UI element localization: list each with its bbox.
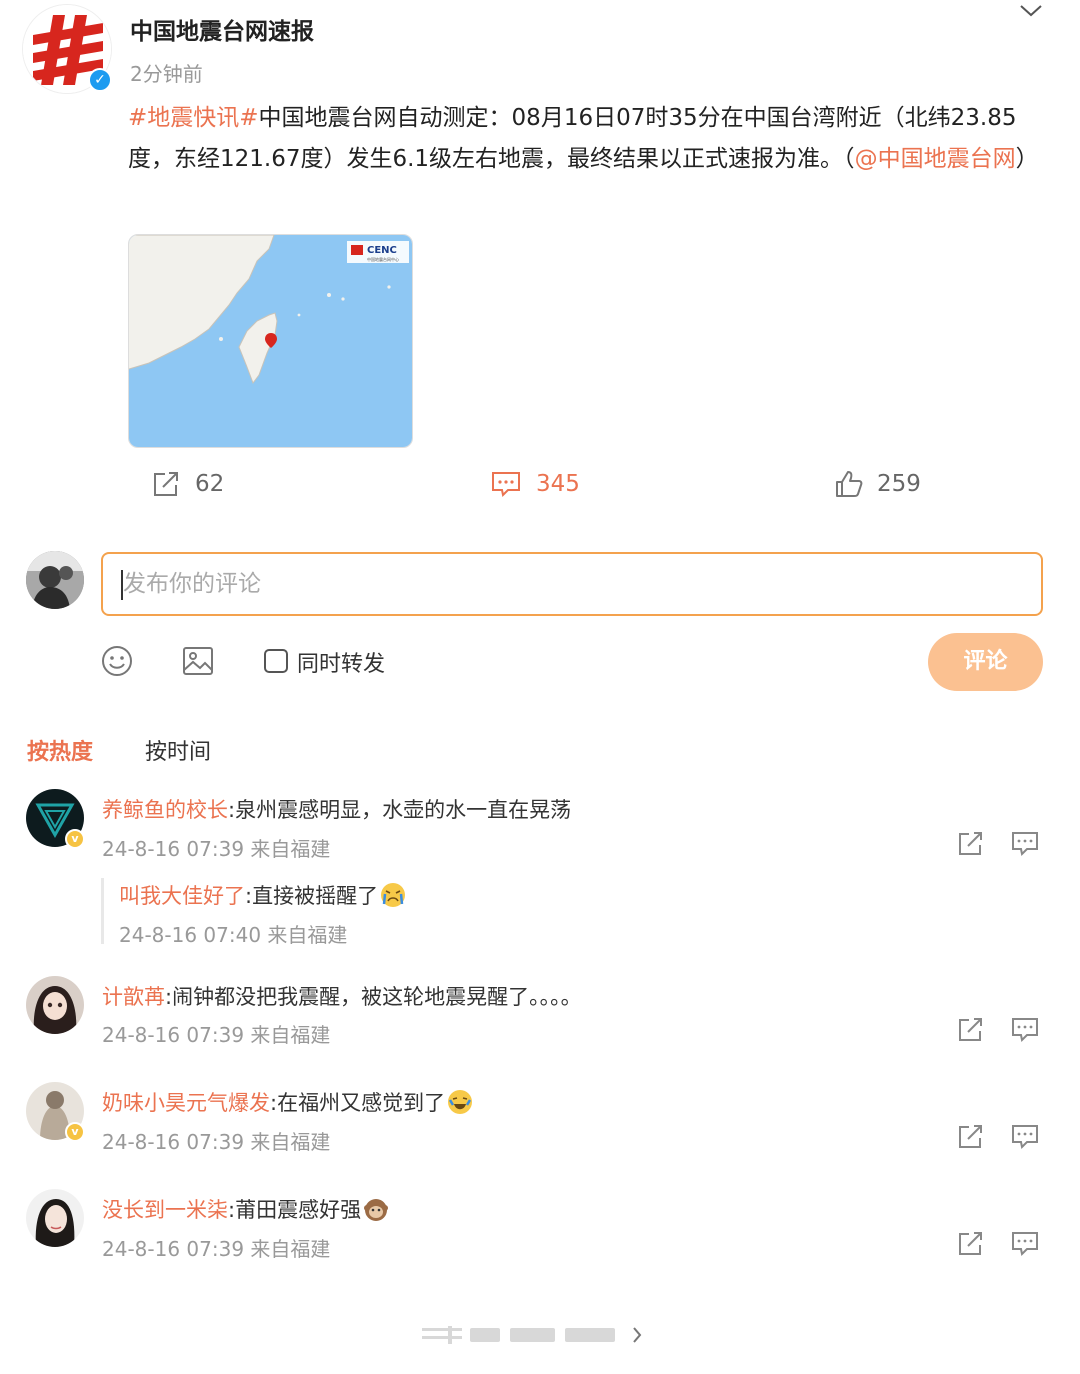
share-icon [151,470,181,498]
map-logo-subtext: 中国地震台网中心 [367,256,399,262]
map-logo-text: CENC [367,245,397,256]
comment-button[interactable]: 345 [490,464,580,504]
tab-sort-time[interactable]: 按时间 [145,734,211,766]
emoji-icon[interactable] [100,644,134,678]
laughing-crying-emoji-icon [447,1089,473,1115]
reply-icon[interactable] [1010,1230,1040,1258]
comment-body: :莆田震感好强 [228,1198,362,1222]
comment-body: :泉州震感明显，水壶的水一直在晃荡 [228,798,572,822]
view-more-comments-link[interactable] [0,1300,1080,1374]
like-count: 259 [877,471,921,497]
comment-meta: 24-8-16 07:39 来自福建 [102,1237,331,1261]
share-icon[interactable] [956,830,986,858]
verified-badge-icon: ✓ [88,68,112,92]
post-body-end: ） [1015,146,1039,172]
chevron-right-icon [633,1327,642,1343]
reply-text: 叫我大佳好了:直接被摇醒了 [119,880,406,910]
thumbs-up-icon [835,470,863,498]
reply-divider [101,878,104,944]
chevron-down-icon[interactable] [1016,0,1046,24]
comment-username[interactable]: 养鲸鱼的校长 [102,798,228,822]
comment-icon [490,470,522,498]
like-button[interactable]: 259 [835,464,921,504]
reply-username[interactable]: 叫我大佳好了 [119,884,245,908]
mention-link[interactable]: @中国地震台网 [855,146,1016,172]
reply-meta: 24-8-16 07:40 来自福建 [119,923,348,947]
tab-sort-hot[interactable]: 按热度 [27,734,93,766]
repost-button[interactable]: 62 [151,464,224,504]
publisher-name[interactable]: 中国地震台网速报 [130,12,314,46]
submit-comment-button[interactable]: 评论 [928,633,1043,691]
image-icon[interactable] [181,644,215,678]
post-text: #地震快讯#中国地震台网自动测定：08月16日07时35分在中国台湾附近（北纬2… [128,98,1048,180]
earthquake-map-image[interactable]: CENC 中国地震台网中心 [128,234,413,448]
share-icon[interactable] [956,1123,986,1151]
monkey-emoji-icon [363,1196,389,1222]
comment-avatar[interactable] [26,976,84,1034]
text-caret [121,570,123,600]
comment-meta: 24-8-16 07:39 来自福建 [102,1130,331,1154]
reply-icon[interactable] [1010,1016,1040,1044]
reply-icon[interactable] [1010,830,1040,858]
share-icon[interactable] [956,1230,986,1258]
comment-text: 计歆苒:闹钟都没把我震醒，被这轮地震晃醒了。。。。 [102,981,582,1011]
comment-username[interactable]: 奶味小昊元气爆发 [102,1091,270,1115]
vip-badge-icon: v [65,829,85,849]
hashtag-link[interactable]: #地震快讯# [128,105,259,131]
forward-checkbox[interactable] [264,649,288,673]
my-avatar[interactable] [26,551,84,609]
repost-count: 62 [195,471,225,497]
comment-body: :闹钟都没把我震醒，被这轮地震晃醒了。。。。 [165,985,582,1009]
comment-meta: 24-8-16 07:39 来自福建 [102,837,331,861]
comment-count: 345 [536,471,580,497]
comment-username[interactable]: 没长到一米柒 [102,1198,228,1222]
post-time: 2分钟前 [130,62,203,86]
crying-emoji-icon [380,882,406,908]
comment-input[interactable] [101,552,1043,616]
reply-body: :直接被摇醒了 [245,884,379,908]
comment-text: 奶味小昊元气爆发:在福州又感觉到了 [102,1087,473,1117]
forward-label[interactable]: 同时转发 [297,646,385,678]
comment-body: :在福州又感觉到了 [270,1091,446,1115]
comment-avatar[interactable] [26,1189,84,1247]
share-icon[interactable] [956,1016,986,1044]
comment-text: 没长到一米柒:莆田震感好强 [102,1194,389,1224]
comment-username[interactable]: 计歆苒 [102,985,165,1009]
vip-badge-icon: v [65,1122,85,1142]
comment-meta: 24-8-16 07:39 来自福建 [102,1023,331,1047]
comment-text: 养鲸鱼的校长:泉州震感明显，水壶的水一直在晃荡 [102,794,571,824]
reply-icon[interactable] [1010,1123,1040,1151]
